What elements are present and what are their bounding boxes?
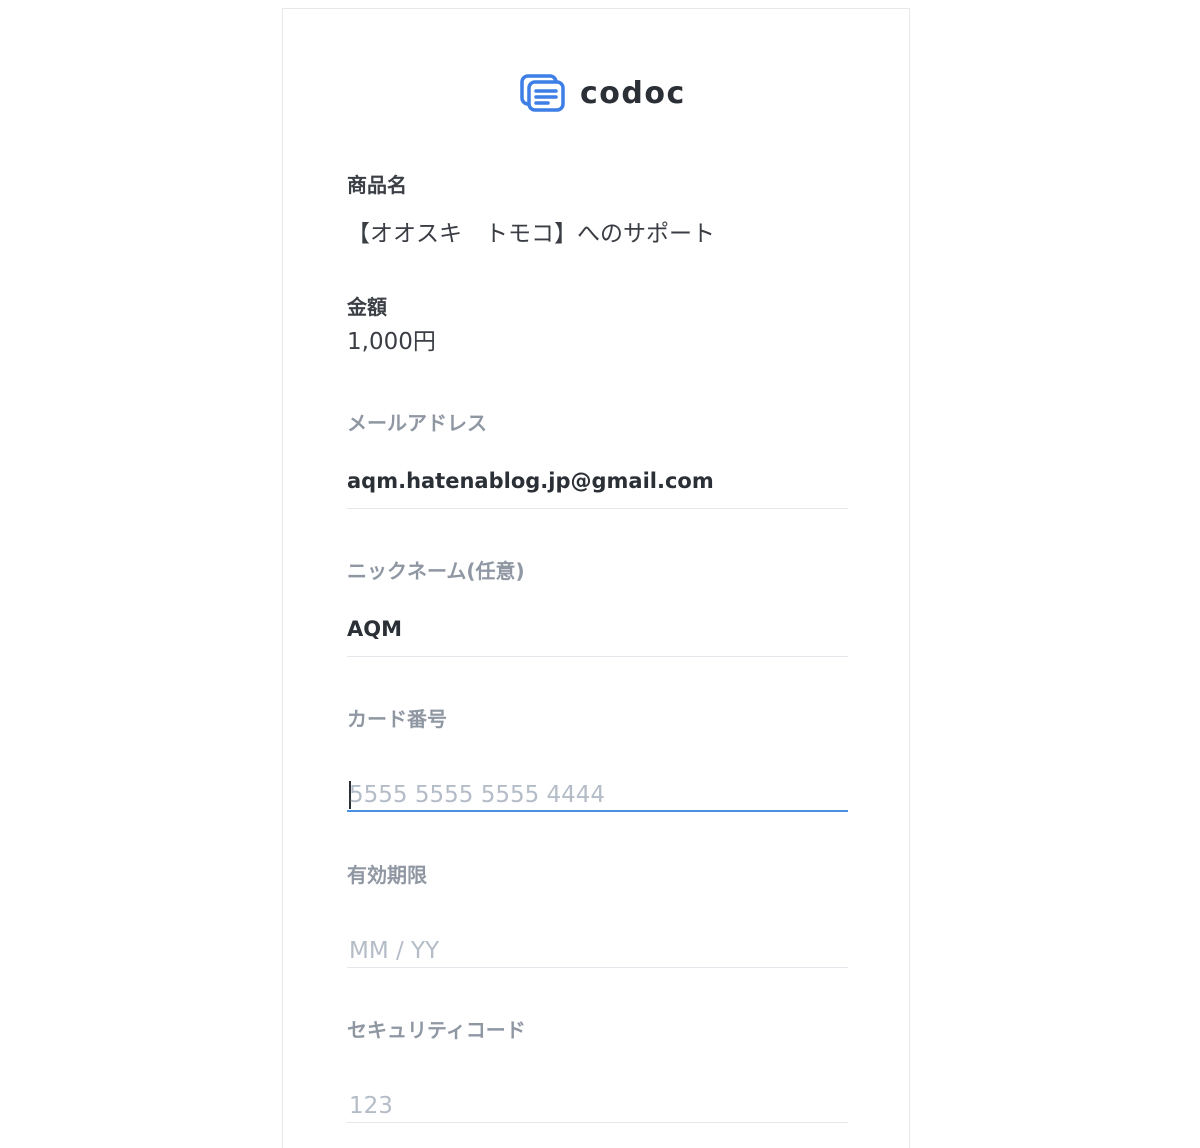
nickname-label: ニックネーム(任意) <box>347 559 525 583</box>
payment-form-card: codoc 商品名 【オオスキ トモコ】へのサポート 金額 1,000円 メール… <box>282 8 910 1148</box>
nickname-underline <box>347 656 848 657</box>
amount-label: 金額 <box>347 295 387 319</box>
card-number-label: カード番号 <box>347 707 447 731</box>
security-code-placeholder[interactable]: 123 <box>349 1091 393 1121</box>
security-code-underline <box>347 1122 848 1123</box>
product-name-section: 商品名 【オオスキ トモコ】へのサポート <box>347 173 848 249</box>
expiry-label: 有効期限 <box>347 863 427 887</box>
card-number-placeholder[interactable]: 5555 5555 5555 4444 <box>349 780 605 810</box>
email-label: メールアドレス <box>347 411 487 435</box>
email-field[interactable]: メールアドレス aqm.hatenablog.jp@gmail.com <box>347 411 848 511</box>
expiry-field[interactable]: 有効期限 MM / YY <box>347 863 848 973</box>
nickname-input-value[interactable]: AQM <box>347 615 402 643</box>
card-number-field[interactable]: カード番号 5555 5555 5555 4444 <box>347 707 848 817</box>
amount-value: 1,000円 <box>347 329 436 355</box>
expiry-placeholder[interactable]: MM / YY <box>349 936 439 966</box>
codoc-logo: codoc <box>520 72 686 116</box>
email-input-value[interactable]: aqm.hatenablog.jp@gmail.com <box>347 467 714 495</box>
card-number-underline-focused <box>347 810 848 812</box>
expiry-underline <box>347 967 848 968</box>
security-code-field[interactable]: セキュリティコード 123 <box>347 1018 848 1128</box>
document-stack-icon <box>520 74 565 112</box>
product-name-value: 【オオスキ トモコ】へのサポート <box>347 221 715 247</box>
amount-section: 金額 1,000円 <box>347 295 848 357</box>
nickname-field[interactable]: ニックネーム(任意) AQM <box>347 559 848 659</box>
product-name-label: 商品名 <box>347 173 407 197</box>
email-underline <box>347 508 848 509</box>
brand-name: codoc <box>580 76 686 111</box>
security-code-label: セキュリティコード <box>347 1018 526 1042</box>
